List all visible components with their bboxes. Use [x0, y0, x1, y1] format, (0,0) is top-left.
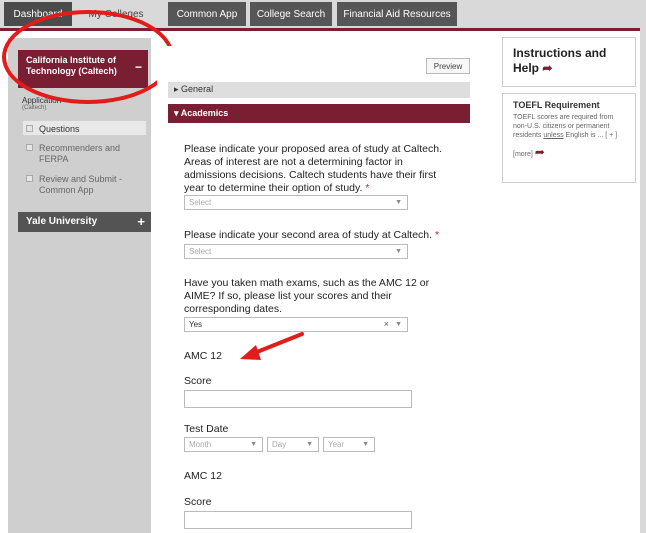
toefl-text: English is ... [ + ] — [563, 132, 618, 139]
score-label-2: Score — [184, 496, 212, 508]
school-name: Yale University — [26, 216, 98, 227]
sidebar-item-recommenders[interactable]: Recommenders and FERPA — [26, 143, 144, 165]
question-text: Please indicate your proposed area of st… — [184, 143, 442, 194]
tab-common-app[interactable]: Common App — [168, 2, 246, 26]
clear-icon[interactable]: × — [384, 319, 389, 329]
month-select[interactable]: Month ▼ — [184, 437, 263, 452]
question-area-of-study: Please indicate your proposed area of st… — [184, 143, 454, 195]
select-placeholder: Select — [189, 247, 212, 256]
sidebar-item-questions[interactable]: Questions — [26, 124, 80, 135]
chevron-down-icon: ▼ — [395, 321, 402, 328]
sidebar — [8, 38, 151, 533]
more-label: [more] — [513, 151, 533, 158]
toefl-help-card: TOEFL Requirement TOEFL scores are requi… — [502, 93, 636, 183]
help-title: Instructions and Help — [513, 46, 607, 75]
year-select[interactable]: Year ▼ — [323, 437, 375, 452]
sidebar-item-label: Questions — [39, 124, 80, 134]
triangle-right-icon: ▸ — [174, 84, 179, 94]
toefl-title: TOEFL Requirement — [513, 100, 600, 110]
amc12-heading-2: AMC 12 — [184, 470, 222, 482]
question-math-exams: Have you taken math exams, such as the A… — [184, 277, 430, 315]
select-placeholder: Year — [328, 440, 345, 449]
select-placeholder: Day — [272, 440, 287, 449]
toefl-more-link[interactable]: [more] ➦ — [513, 145, 625, 159]
section-academics[interactable]: ▾ Academics — [168, 104, 470, 123]
test-date-label: Test Date — [184, 423, 229, 435]
status-checkbox — [26, 125, 33, 132]
question-second-area: Please indicate your second area of stud… — [184, 229, 454, 242]
score-label-1: Score — [184, 375, 212, 387]
toefl-body: TOEFL scores are required from non-U.S. … — [513, 113, 618, 140]
area-of-study-select[interactable]: Select ▼ — [184, 195, 408, 210]
external-arrow-icon: ➦ — [542, 61, 553, 75]
triangle-down-icon: ▾ — [174, 108, 179, 118]
toefl-unless-link[interactable]: unless — [543, 132, 563, 139]
required-mark: * — [434, 229, 440, 241]
status-checkbox — [26, 175, 33, 182]
sidebar-item-label: Review and Submit - Common App — [39, 174, 123, 195]
select-value: Yes — [189, 320, 203, 329]
section-title: General — [181, 84, 214, 94]
sidebar-school-yale[interactable]: Yale University + — [18, 212, 151, 232]
section-general[interactable]: ▸ General — [168, 82, 470, 98]
select-placeholder: Month — [189, 440, 212, 449]
score-input-1[interactable] — [184, 390, 412, 408]
chevron-down-icon: ▼ — [362, 441, 369, 448]
chevron-down-icon: ▼ — [250, 441, 257, 448]
instructions-help-panel[interactable]: Instructions and Help ➦ — [502, 37, 636, 87]
amc12-heading-1: AMC 12 — [184, 350, 222, 362]
sidebar-item-review-submit[interactable]: Review and Submit - Common App — [26, 174, 144, 196]
page-edge — [640, 28, 646, 533]
tab-financial-aid-resources[interactable]: Financial Aid Resources — [337, 2, 457, 26]
status-checkbox — [26, 144, 33, 151]
chevron-down-icon: ▼ — [395, 199, 402, 206]
application-sub: (Caltech) — [22, 105, 47, 111]
annotation-arrow-icon — [240, 332, 304, 360]
expand-icon[interactable]: + — [137, 214, 145, 229]
sidebar-item-label: Recommenders and FERPA — [39, 143, 121, 164]
tab-college-search[interactable]: College Search — [250, 2, 332, 26]
external-arrow-icon: ➦ — [534, 145, 545, 159]
section-title: Academics — [180, 108, 229, 118]
chevron-down-icon: ▼ — [306, 441, 313, 448]
question-text: Please indicate your second area of stud… — [184, 229, 433, 241]
second-area-select[interactable]: Select ▼ — [184, 244, 408, 259]
day-select[interactable]: Day ▼ — [267, 437, 319, 452]
required-mark: * — [365, 182, 370, 194]
chevron-down-icon: ▼ — [395, 248, 402, 255]
preview-button[interactable]: Preview — [426, 58, 470, 74]
score-input-2[interactable] — [184, 511, 412, 529]
annotation-circle — [2, 10, 174, 104]
select-placeholder: Select — [189, 198, 212, 207]
